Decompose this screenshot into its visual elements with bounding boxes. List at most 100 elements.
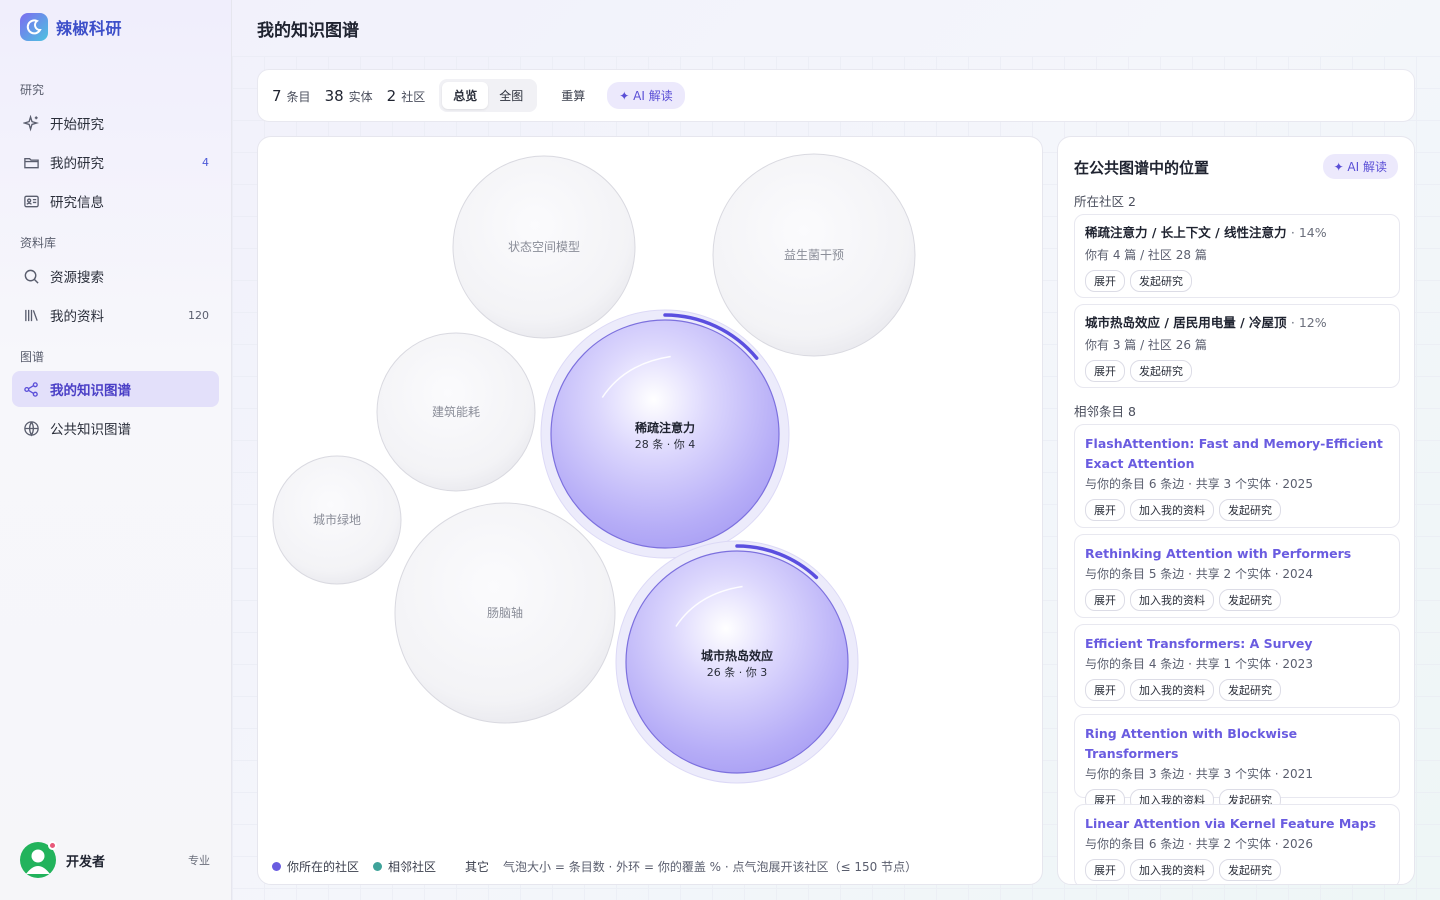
expand-button[interactable]: 展开 (1085, 679, 1125, 701)
community-bubble[interactable]: 城市绿地 (272, 455, 402, 585)
stat-unit: 条目 (286, 89, 311, 104)
stat-number: 2 (386, 86, 397, 105)
start-research-button[interactable]: 发起研究 (1219, 679, 1281, 701)
start-research-button[interactable]: 发起研究 (1219, 589, 1281, 611)
expand-button[interactable]: 展开 (1085, 859, 1125, 881)
legend-label: 其它 (465, 860, 490, 874)
panel-title: 在公共图谱中的位置 (1074, 159, 1210, 177)
community-graph-panel: 状态空间模型 益生菌干预 建筑能耗 稀疏注意力 28 条 · 你 4 城市绿地 肠脑轴 城市热… (257, 136, 1043, 885)
notification-dot (48, 841, 57, 850)
sidebar-item-my-research[interactable]: 我的研究 4 (12, 144, 219, 180)
bubble-label: 状态空间模型 (508, 240, 580, 254)
coverage-percent: · 12% (1290, 315, 1327, 330)
tab-overview[interactable]: 总览 (442, 82, 489, 109)
community-stats: 你有 3 篇 / 社区 26 篇 (1085, 338, 1207, 352)
sparkle-icon (22, 114, 40, 132)
start-research-button[interactable]: 发起研究 (1130, 270, 1192, 292)
legend-dot-adjacent (373, 862, 383, 871)
add-to-materials-button[interactable]: 加入我的资料 (1130, 859, 1214, 881)
start-research-button[interactable]: 发起研究 (1130, 360, 1192, 382)
sidebar-item-research-info[interactable]: 研究信息 (12, 183, 219, 219)
graph-icon (22, 380, 40, 398)
search-icon (22, 267, 40, 285)
paper-title-link[interactable]: FlashAttention: Fast and Memory-Efficien… (1085, 434, 1389, 474)
community-bubble[interactable]: 城市热岛效应 26 条 · 你 3 (615, 540, 859, 784)
bubble-sub-label: 28 条 · 你 4 (635, 437, 695, 451)
paper-meta: 与你的条目 6 条边 · 共享 2 个实体 · 2026 (1085, 837, 1313, 851)
bubble-label: 建筑能耗 (432, 404, 480, 419)
bubble-label: 稀疏注意力 (635, 420, 695, 435)
stat-entities: 38 实体 (325, 87, 373, 105)
paper-title-link[interactable]: Efficient Transformers: A Survey (1085, 634, 1389, 654)
neighbor-card: Linear Attention via Kernel Feature Maps… (1074, 804, 1400, 884)
start-research-button[interactable]: 发起研究 (1219, 499, 1281, 521)
sidebar-item-public-knowledge-graph[interactable]: 公共知识图谱 (12, 410, 219, 446)
community-bubble-chart[interactable]: 状态空间模型益生菌干预建筑能耗稀疏注意力28 条 · 你 4城市绿地肠脑轴城市热… (258, 137, 1043, 885)
legend-dot-mine (272, 862, 281, 871)
section-label-library: 资料库 (20, 236, 57, 250)
neighbors-label: 相邻条目 8 (1074, 404, 1136, 419)
sidebar-item-label: 我的资料 (50, 309, 104, 325)
stat-entries: 7 条目 (272, 87, 311, 105)
community-bubble[interactable]: 状态空间模型 (452, 155, 636, 339)
graph-legend: 你所在的社区 相邻社区 其它 气泡大小 = 条目数 · 外环 = 你的覆盖 % … (272, 858, 917, 875)
start-research-button[interactable]: 发起研究 (1219, 859, 1281, 881)
sidebar-item-resource-search[interactable]: 资源搜索 (12, 258, 219, 294)
id-card-icon (22, 192, 40, 210)
add-to-materials-button[interactable]: 加入我的资料 (1130, 499, 1214, 521)
community-bubble[interactable]: 益生菌干预 (712, 153, 916, 357)
count-badge: 4 (202, 155, 209, 169)
user-profile[interactable]: 开发者 专业 (20, 841, 212, 878)
sidebar-item-label: 资源搜索 (50, 270, 104, 286)
page-title: 我的知识图谱 (257, 21, 359, 41)
stat-number: 38 (324, 86, 344, 105)
neighbor-card: FlashAttention: Fast and Memory-Efficien… (1074, 424, 1400, 528)
ai-interpret-button[interactable]: ✦ AI 解读 (607, 82, 685, 109)
paper-title-link[interactable]: Ring Attention with Blockwise Transforme… (1085, 724, 1389, 764)
sidebar-item-start-research[interactable]: 开始研究 (12, 105, 219, 141)
paper-meta: 与你的条目 6 条边 · 共享 3 个实体 · 2025 (1085, 477, 1313, 491)
legend-item-adjacent: 相邻社区 (373, 858, 436, 875)
expand-button[interactable]: 展开 (1085, 499, 1125, 521)
app-name: 辣椒科研 (56, 19, 123, 38)
community-bubble[interactable]: 稀疏注意力 28 条 · 你 4 (540, 309, 790, 559)
recompute-button[interactable]: 重算 (561, 87, 585, 104)
legend-item-other: 其它 (450, 858, 489, 875)
sidebar-item-my-knowledge-graph[interactable]: 我的知识图谱 (12, 371, 219, 407)
brand[interactable]: 辣椒科研 (20, 13, 122, 41)
add-to-materials-button[interactable]: 加入我的资料 (1130, 589, 1214, 611)
paper-title-link[interactable]: Rethinking Attention with Performers (1085, 544, 1389, 564)
panel-ai-interpret-button[interactable]: ✦ AI 解读 (1322, 154, 1398, 179)
sidebar-item-my-materials[interactable]: 我的资料 120 (12, 297, 219, 333)
bubble-label: 城市热岛效应 (701, 648, 773, 663)
expand-button[interactable]: 展开 (1085, 270, 1125, 292)
stat-number: 7 (272, 86, 282, 105)
sidebar-item-label: 我的知识图谱 (50, 383, 131, 399)
coverage-percent: · 14% (1290, 225, 1327, 240)
add-to-materials-button[interactable]: 加入我的资料 (1130, 679, 1214, 701)
sidebar-item-label: 研究信息 (50, 195, 104, 211)
public-graph-position-panel: 在公共图谱中的位置 ✦ AI 解读 所在社区 2 稀疏注意力 / 长上下文 / … (1057, 136, 1415, 885)
paper-title-link[interactable]: Linear Attention via Kernel Feature Maps (1085, 814, 1389, 834)
legend-item-mine: 你所在的社区 (272, 858, 359, 875)
bubble-sub-label: 26 条 · 你 3 (707, 665, 767, 679)
tab-full-graph[interactable]: 全图 (488, 82, 534, 109)
folder-icon (22, 153, 40, 171)
legend-label: 相邻社区 (388, 860, 437, 874)
globe-icon (22, 419, 40, 437)
sidebar: 辣椒科研 研究 开始研究 我的研究 4 研究信息 资料库 资源搜索 我的资料 1… (0, 0, 232, 900)
community-bubble[interactable]: 肠脑轴 (394, 502, 616, 724)
bubble-label: 益生菌干预 (784, 248, 844, 262)
stat-unit: 社区 (401, 89, 426, 104)
expand-button[interactable]: 展开 (1085, 589, 1125, 611)
sidebar-item-label: 我的研究 (50, 156, 104, 172)
community-title: 稀疏注意力 / 长上下文 / 线性注意力 · 14% (1085, 224, 1389, 242)
expand-button[interactable]: 展开 (1085, 360, 1125, 382)
community-stats: 你有 4 篇 / 社区 28 篇 (1085, 248, 1207, 262)
graph-toolbar: 7 条目 38 实体 2 社区 总览 全图 重算 ✦ AI 解读 (257, 69, 1415, 122)
paper-meta: 与你的条目 4 条边 · 共享 1 个实体 · 2023 (1085, 657, 1313, 671)
avatar (20, 841, 57, 878)
community-name: 城市热岛效应 / 居民用电量 / 冷屋顶 (1085, 315, 1287, 330)
community-bubble[interactable]: 建筑能耗 (376, 332, 536, 492)
neighbor-card: Rethinking Attention with Performers 与你的… (1074, 534, 1400, 618)
